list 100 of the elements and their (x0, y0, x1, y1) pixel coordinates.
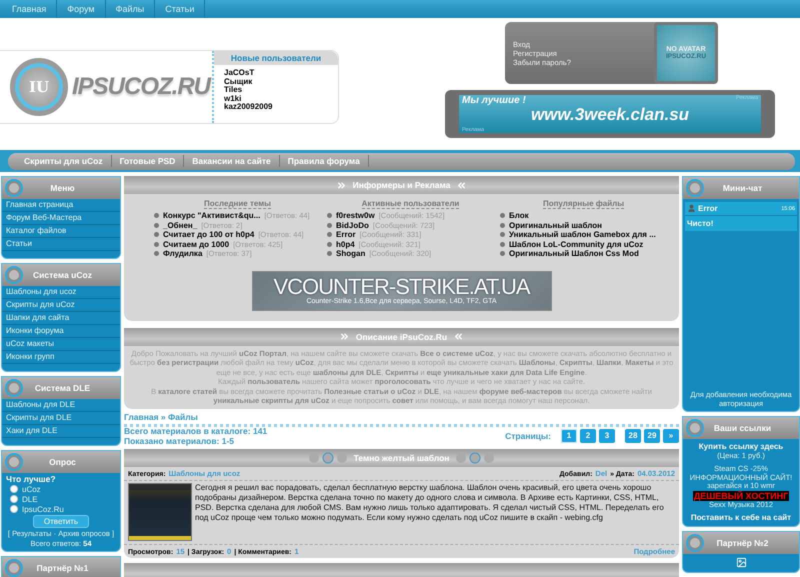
informer-link[interactable]: Шаблон LoL-Community для uCoz (509, 240, 644, 249)
menu-link[interactable]: Каталог файлов (2, 225, 120, 238)
menu-link[interactable]: Скрипты для DLE (2, 412, 120, 425)
page-button[interactable]: » (663, 428, 679, 442)
informer-link[interactable]: Оригинальный Шаблон Css Mod (509, 249, 639, 258)
nav-link[interactable]: Вакансии на сайте (184, 155, 280, 167)
nav-link[interactable]: Файлы (106, 0, 156, 18)
menu-link[interactable]: Шапки для сайта (2, 312, 120, 325)
radio-button[interactable] (10, 495, 18, 503)
informer-link[interactable]: Блок (509, 211, 529, 220)
logo-text: IPSUCOZ.RU (72, 73, 210, 101)
message-text: Чисто! (686, 218, 714, 230)
menu-link[interactable]: Шаблоны для DLE (2, 399, 120, 412)
bullet-icon (500, 242, 505, 247)
pager-label: Страницы: (505, 430, 551, 440)
banner-title: VCOUNTER-STRIKE.AT.UA (273, 276, 530, 298)
logo-badge-icon (686, 419, 704, 437)
logo-badge-icon (686, 179, 704, 197)
bullet-icon (500, 222, 505, 228)
nav-link[interactable]: Главная (2, 0, 58, 18)
bullet-icon (327, 232, 332, 238)
bullet-icon (327, 242, 332, 247)
panel-title: Информеры и Реклама (352, 180, 450, 190)
option-label: IpsuCoz.Ru (22, 504, 64, 514)
breadcrumb[interactable]: Главная » Файлы (124, 412, 679, 426)
informer-link[interactable]: Считаем до 1000 (163, 240, 230, 249)
logo-badge-icon (5, 559, 23, 577)
block-title: Мини-чат (722, 183, 764, 193)
nav-link[interactable]: Форум (57, 0, 106, 18)
block-title: Система uCoz (32, 270, 93, 280)
informer-link[interactable]: Флудилка (163, 249, 202, 258)
catalog-total: Всего материалов в каталоге: 141 (124, 426, 268, 436)
informer-link[interactable]: Shogan (336, 249, 366, 258)
page-button[interactable]: 3 (599, 428, 615, 442)
option-label: uCoz (22, 484, 41, 494)
bullet-icon (154, 251, 159, 256)
block-title: Опрос (48, 457, 77, 467)
radio-button[interactable] (10, 505, 18, 513)
ad-slogan: Мы лучшие ! (462, 95, 527, 106)
chevrons-left-icon (453, 331, 464, 342)
bullet-icon (500, 232, 505, 238)
chevrons-right-icon (336, 180, 347, 190)
block-title: Партнёр №1 (36, 563, 90, 573)
informer-link[interactable]: Конкурс "Активист&qu... (163, 211, 260, 220)
user-link[interactable]: w1ki (224, 94, 338, 103)
informer-link[interactable]: h0p4 (336, 240, 355, 249)
bullet-icon (500, 251, 505, 256)
option-label: DLE (22, 494, 38, 504)
page-button[interactable]: 29 (644, 428, 660, 442)
menu-link[interactable]: Иконки групп (2, 351, 120, 364)
informer-link[interactable]: _Обнен_ (163, 220, 198, 230)
thumbnail-placeholder (128, 482, 192, 540)
new-users-title: Новые пользователи (214, 51, 338, 65)
informer-link[interactable]: Error (336, 230, 356, 240)
install-link[interactable]: Поставить к себе на сайт (690, 513, 792, 522)
page-button[interactable]: 1 (561, 428, 577, 442)
block-title: Меню (49, 183, 76, 193)
block-title: Партнёр №2 (716, 538, 770, 548)
poll-question: Что лучше? (6, 474, 57, 484)
user-icon (687, 204, 696, 213)
column-heading: Популярные файлы (542, 199, 624, 209)
bullet-icon (154, 242, 159, 247)
dots-icon (308, 452, 348, 464)
nav-link[interactable]: Статьи (155, 0, 206, 18)
informer-link[interactable]: Уникальный шаблон Gamebox для ... (509, 230, 656, 240)
panel-title: Описание iPsuCoz.Ru (356, 332, 448, 342)
message-author[interactable]: Error (698, 204, 780, 213)
menu-link[interactable]: Хаки для DLE (2, 425, 120, 438)
informer-link[interactable]: f0restw0w (336, 211, 375, 220)
page-button[interactable]: 28 (625, 428, 641, 442)
nav-link[interactable]: Правила форума (280, 155, 369, 167)
bullet-icon (154, 232, 159, 238)
user-link[interactable]: Tiles (224, 86, 338, 94)
vote-button[interactable]: Ответить (32, 515, 90, 528)
radio-button[interactable] (10, 485, 18, 493)
menu-link[interactable]: Статьи (2, 238, 120, 251)
menu-link[interactable]: Главная страница (2, 199, 120, 212)
nav-link[interactable]: Готовые PSD (112, 155, 184, 167)
menu-link[interactable]: Шаблоны для ucoz (2, 286, 120, 299)
buy-link[interactable]: Купить ссылку здесь (698, 442, 784, 451)
informer-link[interactable]: Считает до 100 от h0p4 (163, 230, 254, 240)
chevrons-left-icon (456, 180, 468, 190)
informer-link[interactable]: Оригинальный шаблон (509, 220, 602, 230)
ad-link[interactable]: ДЕШЕВЫЙ ХОСТИНГ (692, 490, 790, 500)
logo-badge-icon (5, 179, 23, 197)
user-link[interactable]: Сыщик (224, 78, 338, 86)
user-link[interactable]: JaCOsT (224, 69, 338, 78)
bullet-icon (327, 222, 332, 228)
menu-link[interactable]: Иконки форума (2, 325, 120, 338)
page-button[interactable]: 2 (580, 428, 596, 442)
user-link[interactable]: kaz20092009 (224, 103, 338, 112)
bullet-icon (327, 251, 332, 256)
menu-link[interactable]: Форум Веб-Мастера (2, 212, 120, 225)
dots-icon (455, 452, 496, 464)
informer-link[interactable]: BidJoDo (336, 220, 369, 230)
menu-link[interactable]: Скрипты для uCoz (2, 299, 120, 312)
menu-link[interactable]: uCoz макеты (2, 338, 120, 351)
bullet-icon (154, 222, 159, 228)
ad-url: www.3week.clan.su (530, 106, 690, 126)
nav-link[interactable]: Скрипты для uCoz (16, 155, 112, 167)
